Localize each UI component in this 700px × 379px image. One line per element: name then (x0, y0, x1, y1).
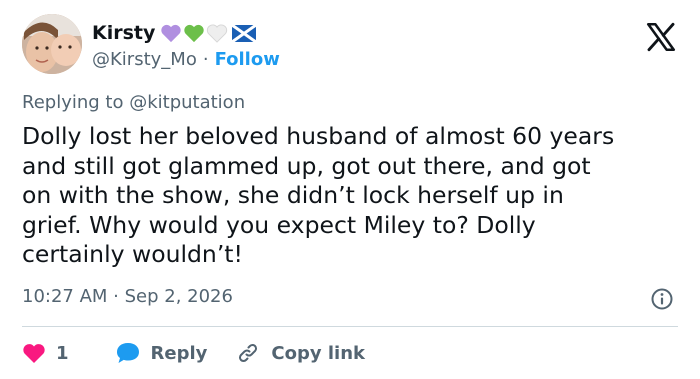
action-bar: 1 Reply Copy link (22, 338, 393, 368)
link-icon (235, 341, 261, 365)
separator-dot: · (202, 49, 209, 70)
divider (22, 326, 678, 327)
replying-to-label: Replying to (22, 92, 124, 113)
reply-label: Reply (150, 342, 208, 364)
display-name[interactable]: Kirsty (92, 22, 155, 44)
white-heart-icon (206, 23, 228, 43)
replying-to-mention[interactable]: @kitputation (129, 92, 245, 113)
like-count: 1 (56, 342, 69, 364)
reply-button[interactable]: Reply (115, 341, 208, 365)
purple-heart-icon (160, 23, 182, 43)
avatar[interactable] (22, 14, 82, 74)
user-handle[interactable]: @Kirsty_Mo (92, 49, 197, 70)
follow-button[interactable]: Follow (215, 49, 280, 70)
like-button[interactable]: 1 (22, 342, 69, 364)
green-heart-icon (183, 23, 205, 43)
scotland-flag-icon (232, 24, 257, 42)
copy-link-label: Copy link (271, 342, 365, 364)
replying-to: Replying to @kitputation (22, 92, 245, 113)
tweet-header: Kirsty @Kirsty_Mo · Follow (22, 14, 680, 80)
speech-bubble-icon (115, 341, 141, 365)
tweet-timestamp[interactable]: 10:27 AM · Sep 2, 2026 (22, 286, 233, 307)
info-icon[interactable] (650, 287, 674, 311)
user-names: Kirsty @Kirsty_Mo · Follow (92, 20, 280, 70)
copy-link-button[interactable]: Copy link (235, 341, 365, 365)
x-logo-icon[interactable] (644, 20, 678, 54)
heart-icon (22, 342, 46, 364)
tweet-text: Dolly lost her beloved husband of almost… (22, 122, 615, 268)
